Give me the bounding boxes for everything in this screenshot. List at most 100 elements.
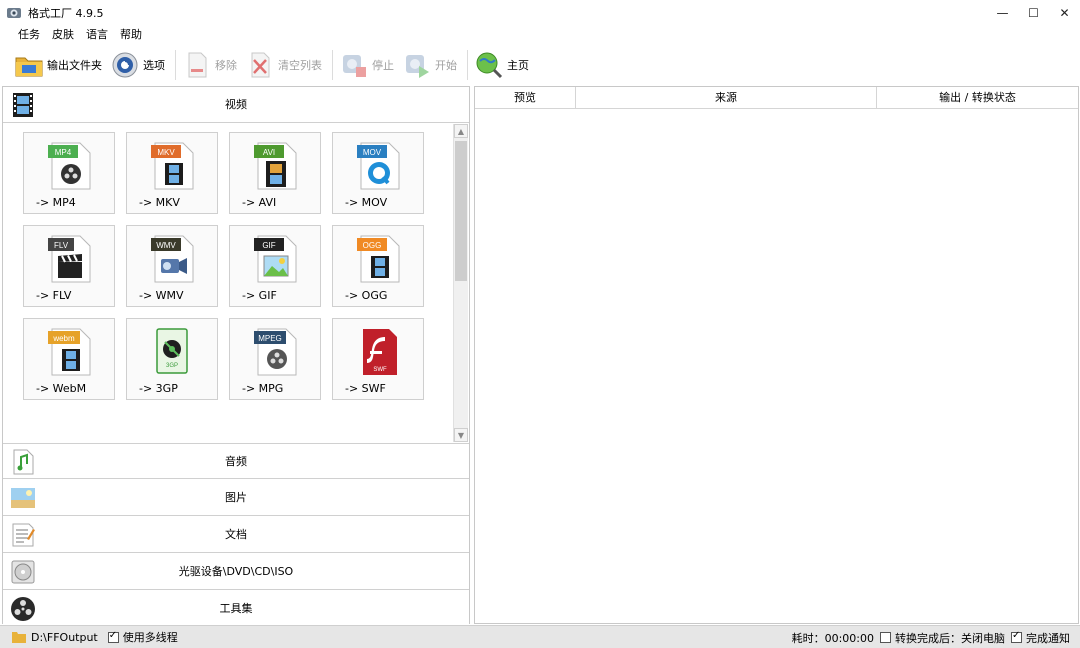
film-strip-icon: webm bbox=[48, 328, 91, 376]
column-source[interactable]: 来源 bbox=[576, 87, 877, 109]
format-tile-3gp[interactable]: 3GP -> 3GP bbox=[126, 318, 218, 400]
menu-bar: 任务 皮肤 语言 帮助 bbox=[0, 26, 148, 44]
status-bar: D:\FFOutput 使用多线程 耗时：00:00:00 转换完成后：关闭电脑… bbox=[0, 625, 1080, 648]
film-reel-icon: MP4 bbox=[48, 142, 91, 190]
output-folder-label: 输出文件夹 bbox=[47, 59, 102, 72]
menu-language[interactable]: 语言 bbox=[80, 26, 114, 44]
category-disc[interactable]: 光驱设备\DVD\CD\ISO bbox=[3, 554, 469, 590]
picture-icon: GIF bbox=[254, 235, 297, 283]
toolbar-divider bbox=[175, 50, 176, 80]
category-image-label: 图片 bbox=[225, 491, 247, 504]
task-list-panel: 预览 来源 输出 / 转换状态 bbox=[474, 86, 1079, 624]
format-tile-mov[interactable]: MOV -> MOV bbox=[332, 132, 424, 214]
category-document[interactable]: 文档 bbox=[3, 517, 469, 553]
remove-label: 移除 bbox=[215, 59, 237, 72]
maximize-button[interactable]: ☐ bbox=[1018, 0, 1049, 26]
format-label: -> MKV bbox=[139, 196, 180, 209]
remove-button[interactable]: 移除 bbox=[182, 47, 245, 83]
flash-icon: SWF bbox=[363, 329, 397, 375]
folder-icon[interactable] bbox=[12, 631, 26, 643]
folder-icon bbox=[15, 57, 43, 77]
column-output-status[interactable]: 输出 / 转换状态 bbox=[877, 87, 1078, 109]
stop-button[interactable]: 停止 bbox=[339, 47, 402, 83]
badge-text: 3GP bbox=[166, 363, 178, 369]
gear-icon bbox=[112, 52, 138, 78]
format-grid-scrollbar[interactable]: ▲ ▼ bbox=[453, 124, 468, 442]
category-video[interactable]: 视频 bbox=[3, 87, 469, 123]
format-tile-avi[interactable]: AVI -> AVI bbox=[229, 132, 321, 214]
format-label: -> MP4 bbox=[36, 196, 76, 209]
format-tile-mkv[interactable]: MKV -> MKV bbox=[126, 132, 218, 214]
stop-icon bbox=[343, 55, 366, 77]
after-convert-checkbox[interactable] bbox=[880, 632, 891, 643]
format-tile-mpg[interactable]: MPEG -> MPG bbox=[229, 318, 321, 400]
category-disc-label: 光驱设备\DVD\CD\ISO bbox=[178, 565, 294, 578]
options-button[interactable]: 选项 bbox=[110, 47, 173, 83]
category-tools[interactable]: 工具集 bbox=[3, 591, 469, 627]
window-title: 格式工厂 4.9.5 bbox=[28, 7, 104, 20]
format-label: -> WebM bbox=[36, 382, 87, 395]
minimize-button[interactable]: — bbox=[987, 0, 1018, 26]
notify-label: 完成通知 bbox=[1026, 631, 1070, 645]
badge-text: OGG bbox=[363, 241, 382, 250]
output-folder-button[interactable]: 输出文件夹 bbox=[14, 47, 110, 83]
badge-text: WMV bbox=[156, 241, 176, 250]
badge-text: MKV bbox=[157, 148, 175, 157]
category-image[interactable]: 图片 bbox=[3, 480, 469, 516]
badge-text: FLV bbox=[54, 241, 69, 250]
menu-task[interactable]: 任务 bbox=[12, 26, 46, 44]
quicktime-icon: MOV bbox=[357, 142, 400, 190]
clear-list-icon bbox=[251, 52, 270, 78]
column-preview[interactable]: 预览 bbox=[475, 87, 576, 109]
notify-checkbox[interactable] bbox=[1011, 630, 1022, 643]
format-label: -> MPG bbox=[242, 382, 284, 395]
output-path[interactable]: D:\FFOutput bbox=[31, 631, 98, 644]
scroll-down-arrow[interactable]: ▼ bbox=[454, 428, 468, 442]
options-label: 选项 bbox=[143, 59, 165, 72]
clapper-icon: FLV bbox=[48, 235, 91, 283]
menu-skin[interactable]: 皮肤 bbox=[46, 26, 80, 44]
stop-label: 停止 bbox=[372, 59, 394, 72]
multithread-label: 使用多线程 bbox=[122, 631, 178, 644]
start-icon bbox=[406, 55, 429, 78]
scroll-up-arrow[interactable]: ▲ bbox=[454, 124, 468, 138]
title-bar: 格式工厂 4.9.5 — ☐ ✕ bbox=[0, 0, 1080, 26]
clear-list-button[interactable]: 清空列表 bbox=[245, 47, 330, 83]
category-video-label: 视频 bbox=[225, 98, 247, 111]
format-tile-swf[interactable]: SWF -> SWF bbox=[332, 318, 424, 400]
start-button[interactable]: 开始 bbox=[402, 47, 465, 83]
format-tile-flv[interactable]: FLV -> FLV bbox=[23, 225, 115, 307]
globe-search-icon bbox=[476, 52, 503, 79]
close-button[interactable]: ✕ bbox=[1049, 0, 1080, 26]
task-list-header: 预览 来源 输出 / 转换状态 bbox=[475, 87, 1078, 109]
category-audio[interactable]: 音频 bbox=[3, 443, 469, 479]
format-grid: MP4 -> MP4 MKV -> MKV AVI -> AVI MOV -> … bbox=[3, 124, 453, 442]
multithread-checkbox[interactable] bbox=[107, 630, 119, 643]
category-document-label: 文档 bbox=[225, 528, 247, 541]
format-label: -> MOV bbox=[345, 196, 388, 209]
film-strip-icon: AVI bbox=[254, 142, 297, 190]
badge-text: MPEG bbox=[258, 334, 282, 343]
format-label: -> OGG bbox=[345, 289, 388, 302]
scrollbar-thumb[interactable] bbox=[455, 141, 467, 281]
format-label: -> 3GP bbox=[139, 382, 178, 395]
toolbar: 输出文件夹 选项 移除 清空列表 停止 开始 主页 bbox=[0, 46, 1080, 84]
camcorder-icon: WMV bbox=[151, 235, 194, 283]
badge-text: GIF bbox=[262, 241, 275, 250]
format-tile-wmv[interactable]: WMV -> WMV bbox=[126, 225, 218, 307]
format-tile-mp4[interactable]: MP4 -> MP4 bbox=[23, 132, 115, 214]
format-label: -> FLV bbox=[36, 289, 72, 302]
home-button[interactable]: 主页 bbox=[474, 47, 537, 83]
film-reel-icon: MPEG bbox=[254, 328, 297, 376]
film-strip-icon: MKV bbox=[151, 142, 194, 190]
format-tile-gif[interactable]: GIF -> GIF bbox=[229, 225, 321, 307]
format-tile-ogg[interactable]: OGG -> OGG bbox=[332, 225, 424, 307]
badge-text: MP4 bbox=[55, 148, 72, 157]
start-label: 开始 bbox=[435, 59, 457, 72]
after-convert-label: 转换完成后：关闭电脑 bbox=[895, 631, 1005, 645]
remove-icon bbox=[188, 52, 207, 78]
format-label: -> AVI bbox=[242, 196, 277, 209]
format-tile-webm[interactable]: webm -> WebM bbox=[23, 318, 115, 400]
menu-help[interactable]: 帮助 bbox=[114, 26, 148, 44]
elapsed-time: 耗时：00:00:00 bbox=[791, 631, 874, 645]
